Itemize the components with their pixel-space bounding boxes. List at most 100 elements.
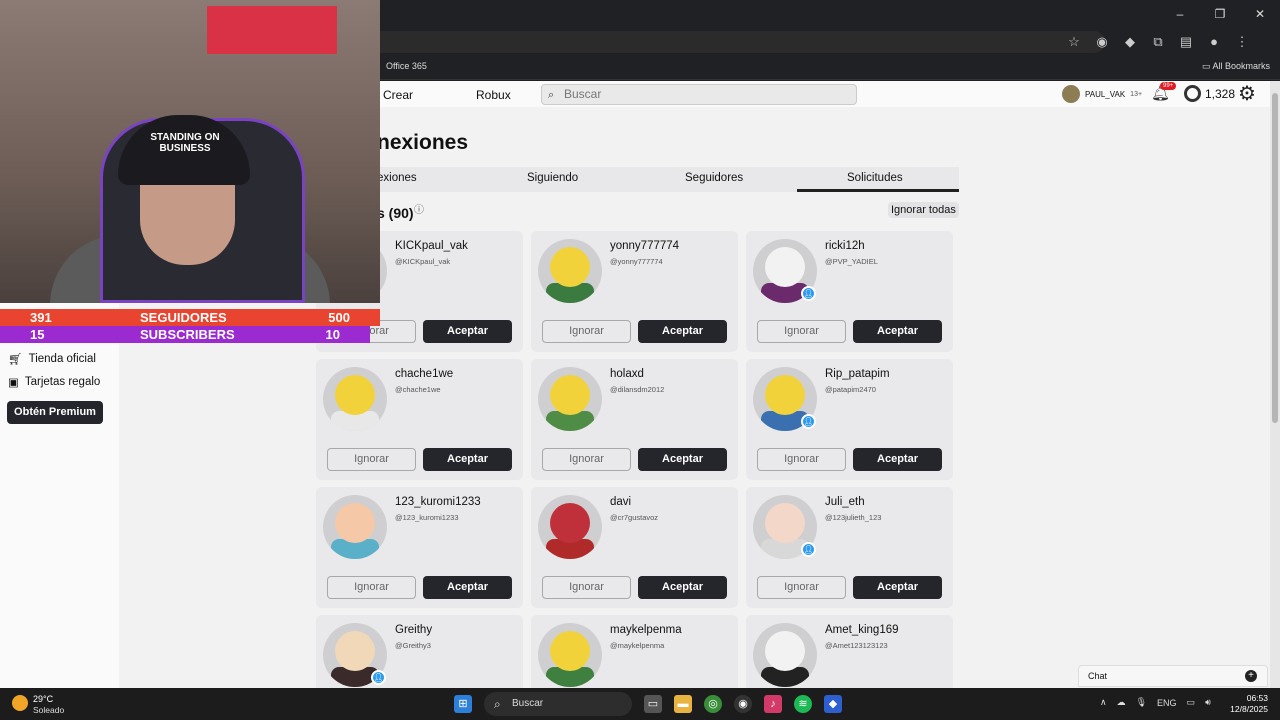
accept-button[interactable]: Aceptar [638, 320, 727, 343]
extensions-icon[interactable]: ⧉ [1150, 34, 1166, 50]
request-username[interactable]: chache1we [395, 368, 453, 380]
chrome-icon[interactable]: ◎ [704, 695, 722, 713]
chevron-up-icon[interactable]: ∧ [1100, 697, 1107, 708]
notification-badge: 99+ [1160, 82, 1177, 90]
avatar[interactable] [538, 367, 602, 431]
nav-robux[interactable]: Robux [476, 88, 511, 102]
subs-label: SUBSCRIBERS [140, 327, 235, 342]
accept-button[interactable]: Aceptar [638, 576, 727, 599]
ignore-all-button[interactable]: Ignorar todas [888, 202, 959, 218]
get-premium-button[interactable]: Obtén Premium [7, 401, 103, 424]
chat-bar[interactable]: Chat + [1078, 665, 1268, 687]
network-icon[interactable]: ▭ [1187, 697, 1196, 708]
request-username[interactable]: Rip_patapim [825, 368, 890, 380]
roblox-icon[interactable]: ◆ [824, 695, 842, 713]
tab-conexiones[interactable]: exiones [377, 172, 417, 184]
user-profile[interactable]: PAUL_VAK 13+ [1062, 85, 1142, 103]
plus-icon[interactable]: + [1245, 670, 1257, 682]
accept-button[interactable]: Aceptar [853, 448, 942, 471]
wall-poster [207, 6, 337, 54]
sidebar-item-tienda[interactable]: 🛒︎ Tienda oficial [8, 352, 96, 366]
friend-request-card: 👤︎Greithy@Greithy3IgnorarAceptar [316, 615, 523, 688]
address-bar[interactable] [370, 31, 1105, 53]
tab-seguidores[interactable]: Seguidores [685, 172, 743, 184]
sidebar-item-tarjetas[interactable]: ▣ Tarjetas regalo [8, 375, 100, 389]
tab-solicitudes[interactable]: Solicitudes [847, 172, 903, 184]
subs-target: 10 [325, 327, 340, 342]
grammarly-icon[interactable]: ◉ [1094, 34, 1110, 50]
tiktok-icon[interactable]: ♪ [764, 695, 782, 713]
close-button[interactable]: ✕ [1240, 0, 1280, 28]
request-username[interactable]: maykelpenma [610, 624, 682, 636]
avatar[interactable] [538, 239, 602, 303]
bookmark-office[interactable]: Office 365 [386, 61, 427, 71]
ignore-button[interactable]: Ignorar [757, 576, 846, 599]
accept-button[interactable]: Aceptar [423, 320, 512, 343]
spotify-icon[interactable]: ≋ [794, 695, 812, 713]
scrollbar-thumb[interactable] [1272, 93, 1278, 423]
robux-icon[interactable] [1184, 85, 1201, 102]
minimize-button[interactable]: – [1160, 0, 1200, 28]
active-tab-indicator [797, 189, 959, 192]
avatar[interactable] [538, 623, 602, 687]
accept-button[interactable]: Aceptar [423, 576, 512, 599]
volume-icon[interactable]: 🔊︎ [1205, 697, 1211, 708]
robux-balance[interactable]: 1,328 [1205, 87, 1235, 101]
ignore-button[interactable]: Ignorar [542, 320, 631, 343]
chat-label: Chat [1088, 671, 1108, 681]
ignore-button[interactable]: Ignorar [327, 448, 416, 471]
avatar-head [765, 375, 805, 415]
avatar[interactable] [753, 623, 817, 687]
avatar[interactable] [538, 495, 602, 559]
accept-button[interactable]: Aceptar [853, 576, 942, 599]
ignore-button[interactable]: Ignorar [327, 576, 416, 599]
accept-button[interactable]: Aceptar [638, 448, 727, 471]
avatar[interactable] [323, 367, 387, 431]
request-username[interactable]: davi [610, 496, 631, 508]
request-username[interactable]: Amet_king169 [825, 624, 899, 636]
ignore-button[interactable]: Ignorar [757, 448, 846, 471]
maximize-button[interactable]: ❐ [1200, 0, 1240, 28]
media-icon[interactable]: ▤ [1178, 34, 1194, 50]
avatar-head [765, 503, 805, 543]
nav-crear[interactable]: Crear [383, 88, 413, 102]
avatar[interactable] [323, 495, 387, 559]
clock[interactable]: 06:53 12/8/2025 [1230, 693, 1268, 715]
obs-icon[interactable]: ◉ [734, 695, 752, 713]
accept-button[interactable]: Aceptar [853, 320, 942, 343]
file-explorer-icon[interactable]: ▬ [674, 695, 692, 713]
help-icon[interactable]: ⓘ [414, 201, 424, 216]
request-username[interactable]: Juli_eth [825, 496, 865, 508]
ignore-button[interactable]: Ignorar [542, 576, 631, 599]
search-input[interactable]: ⌕ Buscar [541, 84, 857, 105]
menu-icon[interactable]: ⋮ [1234, 34, 1250, 50]
request-username[interactable]: KICKpaul_vak [395, 240, 468, 252]
tab-bar: exiones Siguiendo Seguidores Solicitudes [377, 167, 959, 192]
windows-start-icon[interactable]: ⊞ [454, 695, 472, 713]
avatar-head [335, 631, 375, 671]
scrollbar[interactable] [1270, 81, 1280, 688]
microphone-icon[interactable]: 🎙︎ [1136, 697, 1147, 708]
request-handle: @123_kuromi1233 [395, 513, 459, 522]
tab-siguiendo[interactable]: Siguiendo [527, 172, 578, 184]
request-username[interactable]: yonny777774 [610, 240, 679, 252]
ignore-button[interactable]: Ignorar [542, 448, 631, 471]
star-icon[interactable]: ☆ [1066, 34, 1082, 50]
search-placeholder: Buscar [564, 87, 602, 101]
language-indicator[interactable]: ENG [1157, 698, 1177, 708]
request-username[interactable]: Greithy [395, 624, 432, 636]
gear-icon[interactable]: ⚙ [1238, 81, 1256, 106]
extension-diamond-icon[interactable]: ◆ [1122, 34, 1138, 50]
accept-button[interactable]: Aceptar [423, 448, 512, 471]
onedrive-icon[interactable]: ☁ [1117, 697, 1126, 708]
task-view-icon[interactable]: ▭ [644, 695, 662, 713]
all-bookmarks[interactable]: ▭ All Bookmarks [1202, 61, 1270, 72]
taskbar-search[interactable]: Buscar [484, 692, 632, 716]
request-username[interactable]: 123_kuromi1233 [395, 496, 481, 508]
request-username[interactable]: ricki12h [825, 240, 865, 252]
followers-label: SEGUIDORES [140, 310, 227, 325]
request-username[interactable]: holaxd [610, 368, 644, 380]
request-handle: @yonny777774 [610, 257, 663, 266]
ignore-button[interactable]: Ignorar [757, 320, 846, 343]
profile-icon[interactable]: ● [1206, 34, 1222, 50]
